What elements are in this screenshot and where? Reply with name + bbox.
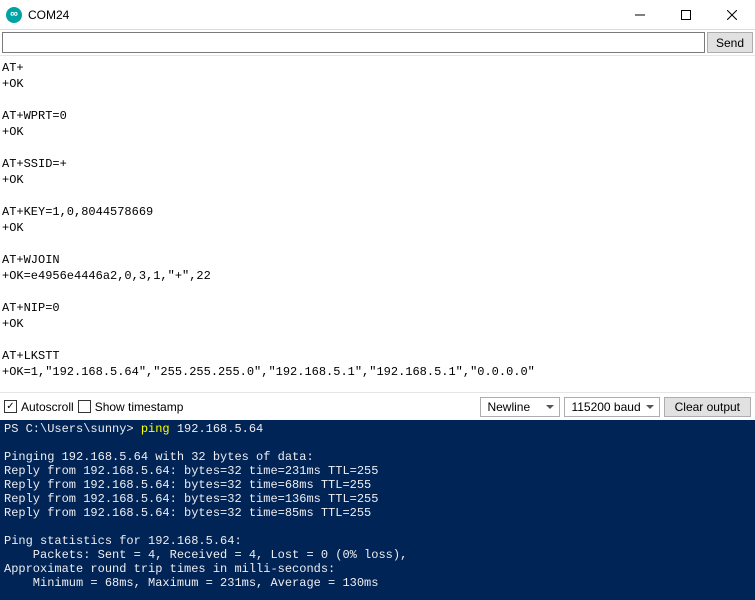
titlebar: COM24 [0, 0, 755, 30]
powershell-terminal[interactable]: PS C:\Users\sunny> ping 192.168.5.64 Pin… [0, 420, 755, 600]
send-button[interactable]: Send [707, 32, 753, 53]
window-title: COM24 [28, 8, 69, 22]
clear-output-button[interactable]: Clear output [664, 397, 751, 417]
timestamp-label: Show timestamp [95, 400, 184, 414]
lineending-select[interactable]: Newline [480, 397, 560, 417]
timestamp-checkbox[interactable] [78, 400, 91, 413]
autoscroll-checkbox-wrap[interactable]: ✓ Autoscroll [4, 400, 74, 414]
timestamp-checkbox-wrap[interactable]: Show timestamp [78, 400, 184, 414]
send-row: Send [0, 30, 755, 56]
minimize-button[interactable] [617, 0, 663, 30]
serial-output: AT+ +OK AT+WPRT=0 +OK AT+SSID=+ +OK AT+K… [0, 56, 755, 392]
autoscroll-checkbox[interactable]: ✓ [4, 400, 17, 413]
maximize-button[interactable] [663, 0, 709, 30]
close-button[interactable] [709, 0, 755, 30]
baud-select[interactable]: 115200 baud [564, 397, 659, 417]
serial-input[interactable] [2, 32, 705, 53]
autoscroll-label: Autoscroll [21, 400, 74, 414]
bottombar: ✓ Autoscroll Show timestamp Newline 1152… [0, 392, 755, 420]
arduino-icon [6, 7, 22, 23]
